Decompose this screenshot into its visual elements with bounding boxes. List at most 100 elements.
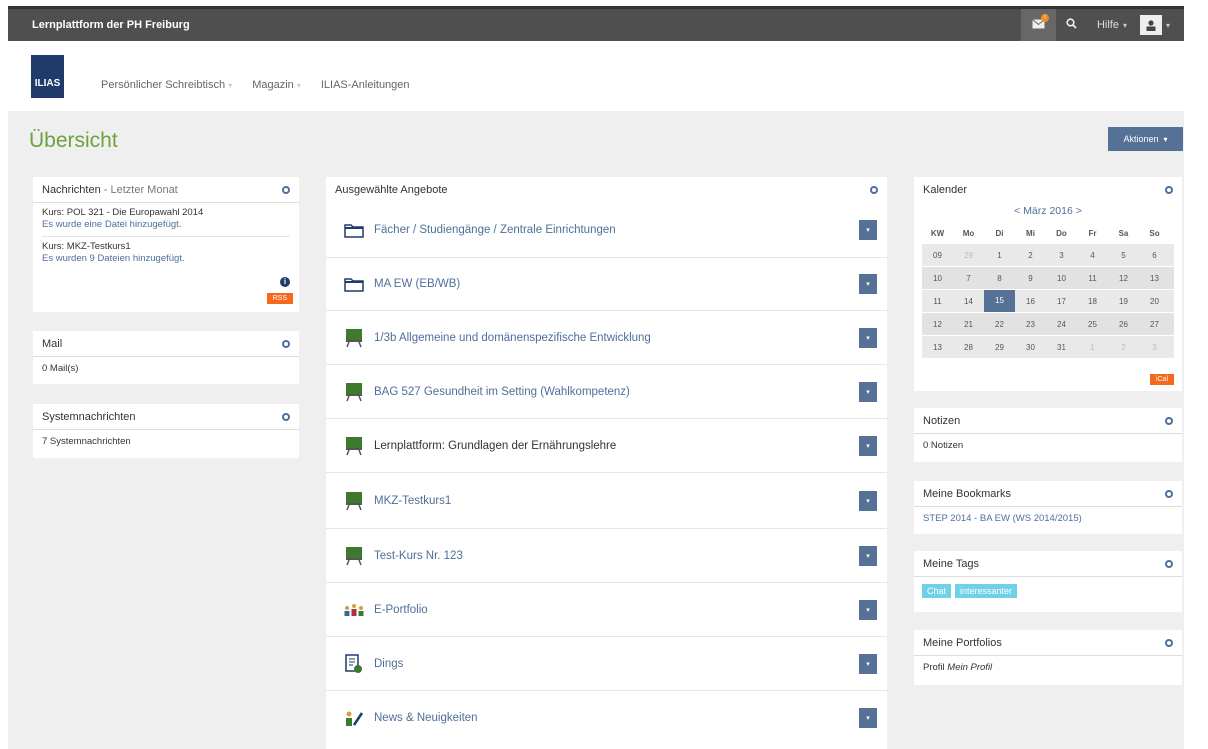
item-label[interactable]: Dings xyxy=(374,658,859,670)
gear-icon[interactable] xyxy=(1165,416,1173,425)
news-link[interactable]: Es wurden 9 Dateien hinzugefügt. xyxy=(42,253,290,265)
list-item[interactable]: BAG 527 Gesundheit im Setting (Wahlkompe… xyxy=(326,365,887,419)
calendar-day[interactable]: 1 xyxy=(1077,343,1108,352)
calendar-day[interactable]: 16 xyxy=(1015,297,1046,306)
week-number[interactable]: 13 xyxy=(922,343,953,352)
calendar-month-nav[interactable]: < März 2016 > xyxy=(914,205,1182,217)
calendar-day[interactable]: 8 xyxy=(984,274,1015,283)
calendar-day[interactable]: 13 xyxy=(1139,274,1170,283)
nav-ilias-guides[interactable]: ILIAS-Anleitungen xyxy=(321,79,410,91)
calendar-day[interactable]: 20 xyxy=(1139,297,1170,306)
item-actions-button[interactable]: ▾ xyxy=(859,220,877,240)
list-item[interactable]: MKZ-Testkurs1 ▾ xyxy=(326,473,887,529)
calendar-day[interactable]: 29 xyxy=(984,343,1015,352)
gear-icon[interactable] xyxy=(870,186,878,194)
calendar-day[interactable]: 30 xyxy=(1015,343,1046,352)
gear-icon[interactable] xyxy=(1165,186,1173,194)
list-item[interactable]: News & Neuigkeiten ▾ xyxy=(326,691,887,745)
calendar-day[interactable]: 29 xyxy=(953,251,984,260)
item-actions-button[interactable]: ▾ xyxy=(859,653,877,674)
item-label[interactable]: 1/3b Allgemeine und domänenspezifische E… xyxy=(374,332,859,344)
site-brand[interactable]: Lernplattform der PH Freiburg xyxy=(32,19,190,31)
search-button[interactable] xyxy=(1056,9,1088,41)
calendar-day[interactable]: 24 xyxy=(1046,320,1077,329)
notes-count[interactable]: 0 Notizen xyxy=(914,434,1182,457)
calendar-day[interactable]: 2 xyxy=(1015,251,1046,260)
item-actions-button[interactable]: ▾ xyxy=(859,327,877,348)
news-link[interactable]: Es wurde eine Datei hinzugefügt. xyxy=(42,219,290,231)
gear-icon[interactable] xyxy=(282,185,290,194)
nav-magazine[interactable]: Magazin ▾ xyxy=(252,79,301,91)
item-actions-button[interactable]: ▾ xyxy=(859,381,877,402)
item-label[interactable]: BAG 527 Gesundheit im Setting (Wahlkompe… xyxy=(374,386,859,398)
calendar-day[interactable]: 17 xyxy=(1046,297,1077,306)
calendar-day[interactable]: 2 xyxy=(1108,343,1139,352)
gear-icon[interactable] xyxy=(1165,489,1173,498)
week-number[interactable]: 11 xyxy=(922,297,953,306)
list-item[interactable]: Lernplattform: Grundlagen der Ernährungs… xyxy=(326,419,887,473)
item-label[interactable]: E-Portfolio xyxy=(374,604,859,616)
item-label[interactable]: MKZ-Testkurs1 xyxy=(374,495,859,507)
calendar-day[interactable]: 1 xyxy=(984,251,1015,260)
item-actions-button[interactable]: ▾ xyxy=(859,545,877,566)
calendar-day[interactable]: 6 xyxy=(1139,251,1170,260)
list-item[interactable]: 1/3b Allgemeine und domänenspezifische E… xyxy=(326,311,887,365)
list-item[interactable]: Test-Kurs Nr. 123 ▾ xyxy=(326,529,887,583)
item-actions-button[interactable]: ▾ xyxy=(859,708,877,728)
ical-button[interactable]: iCal xyxy=(1149,374,1174,385)
calendar-day[interactable]: 19 xyxy=(1108,297,1139,306)
calendar-day[interactable]: 21 xyxy=(953,320,984,329)
rss-button[interactable]: RSS xyxy=(266,293,293,304)
calendar-day[interactable]: 7 xyxy=(953,274,984,283)
user-menu[interactable]: ▾ xyxy=(1136,9,1174,41)
bookmark-link[interactable]: STEP 2014 - BA EW (WS 2014/2015) xyxy=(914,507,1182,530)
calendar-day[interactable]: 9 xyxy=(1015,274,1046,283)
item-actions-button[interactable]: ▾ xyxy=(859,490,877,511)
calendar-day[interactable]: 12 xyxy=(1108,274,1139,283)
calendar-day[interactable]: 11 xyxy=(1077,274,1108,283)
calendar-day[interactable]: 18 xyxy=(1077,297,1108,306)
mail-button[interactable]: ! xyxy=(1020,9,1056,41)
calendar-day[interactable]: 22 xyxy=(984,320,1015,329)
item-actions-button[interactable]: ▾ xyxy=(859,599,877,620)
calendar-day[interactable]: 25 xyxy=(1077,320,1108,329)
list-item[interactable]: E-Portfolio ▾ xyxy=(326,583,887,637)
week-number[interactable]: 09 xyxy=(922,251,953,260)
nav-personal-desk[interactable]: Persönlicher Schreibtisch ▾ xyxy=(101,79,232,91)
item-actions-button[interactable]: ▾ xyxy=(859,435,877,456)
system-messages-count[interactable]: 7 Systemnachrichten xyxy=(33,430,299,453)
item-label[interactable]: Test-Kurs Nr. 123 xyxy=(374,550,859,562)
actions-button[interactable]: Aktionen ▾ xyxy=(1108,127,1183,151)
gear-icon[interactable] xyxy=(282,412,290,421)
calendar-day[interactable]: 28 xyxy=(953,343,984,352)
item-label[interactable]: News & Neuigkeiten xyxy=(374,712,859,724)
info-icon[interactable]: i xyxy=(280,277,290,287)
week-number[interactable]: 10 xyxy=(922,274,953,283)
mail-count[interactable]: 0 Mail(s) xyxy=(33,357,299,380)
list-item[interactable]: MA EW (EB/WB) ▾ xyxy=(326,258,887,311)
list-item[interactable]: Dings ▾ xyxy=(326,637,887,691)
gear-icon[interactable] xyxy=(282,339,290,348)
ilias-logo[interactable]: ILIAS xyxy=(31,55,64,98)
gear-icon[interactable] xyxy=(1165,638,1173,647)
calendar-day[interactable]: 5 xyxy=(1108,251,1139,260)
list-item[interactable]: Fächer / Studiengänge / Zentrale Einrich… xyxy=(326,203,887,258)
tag[interactable]: interessanter xyxy=(955,584,1018,598)
calendar-day[interactable]: 27 xyxy=(1139,320,1170,329)
calendar-day[interactable]: 31 xyxy=(1046,343,1077,352)
help-menu[interactable]: Hilfe ▾ xyxy=(1088,9,1136,41)
calendar-day[interactable]: 14 xyxy=(953,297,984,306)
gear-icon[interactable] xyxy=(1165,559,1173,568)
item-actions-button[interactable]: ▾ xyxy=(859,274,877,294)
calendar-day[interactable]: 4 xyxy=(1077,251,1108,260)
tag[interactable]: Chat xyxy=(922,584,952,598)
portfolio-entry[interactable]: Profil Mein Profil xyxy=(914,656,1182,679)
calendar-day[interactable]: 10 xyxy=(1046,274,1077,283)
calendar-day[interactable]: 26 xyxy=(1108,320,1139,329)
calendar-day[interactable]: 3 xyxy=(1139,343,1170,352)
calendar-day-today[interactable]: 15 xyxy=(984,290,1015,312)
item-label[interactable]: MA EW (EB/WB) xyxy=(374,278,859,290)
week-number[interactable]: 12 xyxy=(922,320,953,329)
item-label[interactable]: Lernplattform: Grundlagen der Ernährungs… xyxy=(374,440,859,452)
calendar-day[interactable]: 23 xyxy=(1015,320,1046,329)
